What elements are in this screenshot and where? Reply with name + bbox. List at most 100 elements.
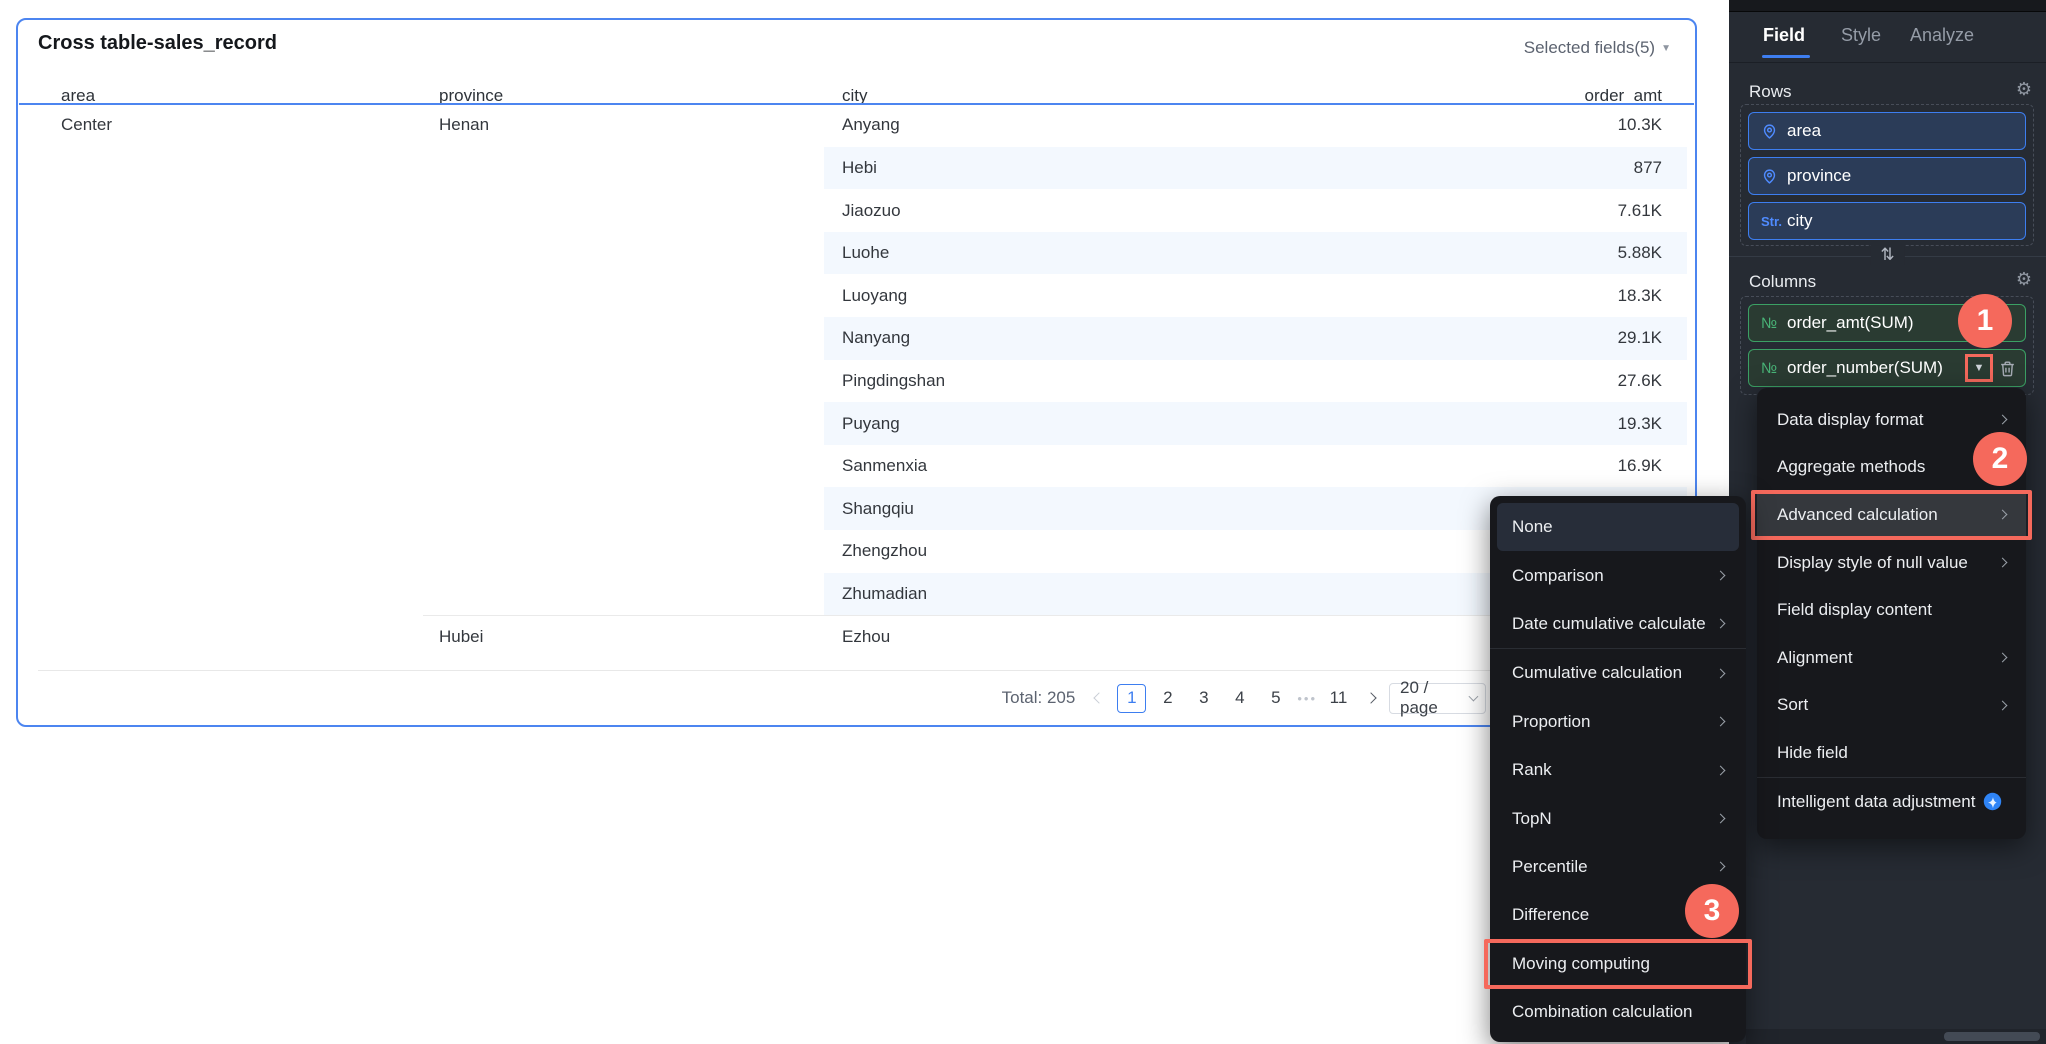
menu-item-intelligent-data-adjustment[interactable]: Intelligent data adjustment (1757, 778, 2026, 826)
field-chip-label: area (1787, 121, 1822, 140)
pagination-bar: Total: 205 1 2 3 4 5 ••• 11 20 / page (1001, 678, 1486, 717)
page-button-3[interactable]: 3 (1189, 684, 1218, 713)
prev-page-button[interactable] (1088, 684, 1110, 713)
chevron-right-icon (1997, 652, 2008, 663)
chevron-right-icon (1715, 619, 1726, 629)
advanced-calculation-submenu: None Comparison Date cumulative calculate C… (1484, 496, 1752, 1043)
rows-dropzone: area province Str. city (1740, 104, 2034, 246)
cell-area: Center (61, 115, 113, 135)
page-button-1[interactable]: 1 (1117, 683, 1147, 713)
gear-icon[interactable]: ⚙ (2016, 270, 2032, 288)
menu-item-sort[interactable]: Sort (1757, 682, 2026, 730)
field-chip-label: city (1787, 211, 1813, 230)
field-chip-province[interactable]: province (1748, 157, 2026, 195)
page-button-2[interactable]: 2 (1153, 684, 1182, 713)
caret-down-icon: ▼ (1661, 43, 1671, 54)
cell-order-amt: 18.3K (1617, 285, 1662, 305)
cell-city: Anyang (842, 115, 900, 135)
row-stripe (824, 317, 1687, 360)
field-chip-city[interactable]: Str. city (1748, 202, 2026, 240)
page-size-select[interactable]: 20 / page (1389, 678, 1486, 717)
menu-item-label: Rank (1512, 760, 1552, 780)
cell-city: Ezhou (842, 626, 891, 646)
selected-fields-label: Selected fields(5) (1523, 38, 1656, 57)
page-button-4[interactable]: 4 (1225, 684, 1254, 713)
chevron-right-icon (1997, 414, 2008, 425)
menu-item-label: TopN (1512, 808, 1552, 828)
selected-fields-dropdown[interactable]: Selected fields(5) ▼ (1524, 38, 1671, 58)
field-chip-label: province (1787, 166, 1852, 185)
cell-order-amt: 7.61K (1617, 200, 1662, 220)
caret-down-icon[interactable]: ▼ (1974, 362, 1985, 374)
menu-item-label: Hide field (1777, 742, 1848, 762)
row-stripe (824, 146, 1687, 190)
scrollbar-thumb[interactable] (1944, 1032, 2040, 1041)
page-size-label: 20 / page (1400, 678, 1438, 717)
menu-item-label: Intelligent data adjustment (1777, 791, 1976, 811)
tab-style[interactable]: Style (1841, 25, 1881, 46)
horizontal-scrollbar[interactable] (1746, 1029, 2046, 1044)
menu-item-label: Alignment (1777, 647, 1853, 667)
pin-icon (1761, 123, 1787, 140)
menu-item-label: None (1512, 517, 1553, 537)
cell-order-amt: 27.6K (1617, 370, 1662, 390)
menu-item-label: Sort (1777, 695, 1809, 715)
cell-order-amt: 877 (1633, 157, 1662, 177)
row-stripe (824, 231, 1687, 275)
tab-analyze[interactable]: Analyze (1910, 25, 1974, 46)
page-button-5[interactable]: 5 (1261, 684, 1290, 713)
page-number-list: 1 2 3 4 5 ••• 11 (1117, 683, 1353, 713)
menu-item-moving-computing[interactable]: Moving computing (1484, 938, 1752, 989)
pagination-ellipsis[interactable]: ••• (1297, 691, 1317, 706)
page-button-11[interactable]: 11 (1324, 684, 1353, 713)
active-tab-underline (1762, 55, 1810, 58)
menu-item-label: Combination calculation (1512, 1002, 1693, 1022)
menu-item-none[interactable]: None (1497, 503, 1739, 552)
menu-item-field-display-content[interactable]: Field display content (1757, 586, 2026, 634)
chevron-right-icon (1997, 700, 2008, 711)
next-page-button[interactable] (1360, 684, 1382, 713)
cell-order-amt: 16.9K (1617, 456, 1662, 476)
columns-section-label: Columns (1749, 272, 1817, 291)
menu-item-display-style-of-null-value[interactable]: Display style of null value (1757, 539, 2026, 587)
tab-field[interactable]: Field (1763, 25, 1805, 46)
cell-city: Jiaozuo (842, 200, 901, 220)
chevron-right-icon (1715, 570, 1726, 581)
menu-item-label: Field display content (1777, 600, 1932, 620)
cell-city: Pingdingshan (842, 370, 946, 390)
cell-order-amt: 19.3K (1617, 413, 1662, 433)
field-chip-order-number-sum[interactable]: № order_number(SUM) ▼ (1748, 349, 2026, 387)
menu-item-label: Aggregate methods (1777, 457, 1926, 477)
chevron-right-icon (1715, 861, 1726, 872)
gear-icon[interactable]: ⚙ (2016, 80, 2032, 98)
menu-item-proportion[interactable]: Proportion (1490, 698, 1746, 746)
chevron-right-icon (1715, 765, 1726, 776)
row-stripe (824, 402, 1687, 445)
menu-item-label: Moving computing (1512, 953, 1650, 973)
field-chip-area[interactable]: area (1748, 112, 2026, 150)
menu-item-combination-calculation[interactable]: Combination calculation (1490, 988, 1746, 1036)
cell-city: Zhumadian (842, 583, 928, 603)
menu-item-hide-field[interactable]: Hide field (1757, 729, 2026, 777)
menu-item-label: Date cumulative calculate (1512, 613, 1706, 633)
chevron-right-icon (1715, 813, 1726, 824)
menu-item-rank[interactable]: Rank (1490, 746, 1746, 794)
menu-item-alignment[interactable]: Alignment (1757, 634, 2026, 682)
menu-item-topn[interactable]: TopN (1490, 794, 1746, 842)
step-badge-2: 2 (1973, 432, 2027, 486)
cell-order-amt: 29.1K (1617, 328, 1662, 348)
cell-city: Luoyang (842, 285, 908, 305)
swap-rows-columns-icon[interactable]: ⇅ (1870, 245, 1905, 265)
menu-item-comparison[interactable]: Comparison (1490, 551, 1746, 599)
cell-city: Zhengzhou (842, 541, 928, 561)
menu-item-label: Cumulative calculation (1512, 663, 1683, 683)
menu-item-label: Difference (1512, 905, 1590, 925)
menu-item-cumulative-calculation[interactable]: Cumulative calculation (1490, 649, 1746, 697)
menu-item-date-cumulative-calculate[interactable]: Date cumulative calculate (1490, 600, 1746, 648)
menu-item-advanced-calculation[interactable]: Advanced calculation (1751, 490, 2032, 540)
card-title: Cross table-sales_record (38, 32, 278, 54)
chevron-down-icon (1468, 691, 1479, 701)
pagination-total: Total: 205 (1001, 688, 1076, 707)
trash-icon[interactable] (1998, 359, 2017, 378)
cell-city: Sanmenxia (842, 456, 928, 476)
